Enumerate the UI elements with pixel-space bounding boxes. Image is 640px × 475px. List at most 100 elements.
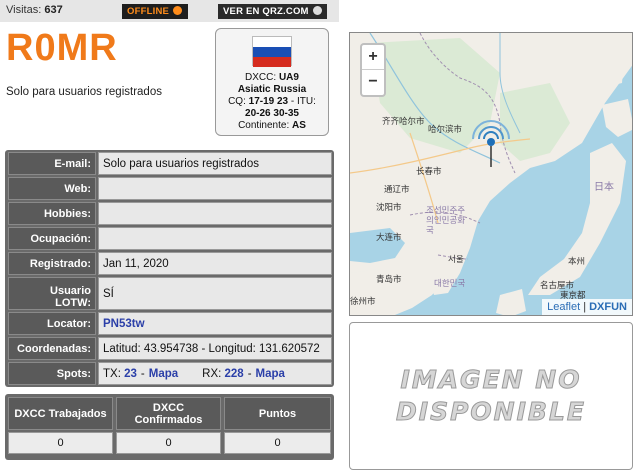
flag-stripe-blue	[253, 47, 291, 57]
lotw-label-line2: LOTW:	[55, 297, 91, 309]
web-label: Web:	[8, 177, 96, 200]
info-row-web: Web:	[8, 177, 332, 200]
russia-flag-icon	[252, 36, 292, 67]
dxfun-link[interactable]: DXFUN	[589, 301, 627, 313]
spots-tx-label: TX:	[103, 367, 121, 380]
locator-value: PN53tw	[98, 312, 332, 335]
flag-stripe-white	[253, 37, 291, 47]
no-image-line1: IMAGEN NO	[400, 365, 582, 395]
map-city-label: 哈尔滨市	[428, 124, 463, 134]
dxcc-stats-table: DXCC Trabajados DXCC Confirmados Puntos …	[5, 394, 334, 460]
cq-itu-zones: CQ: 17-19 23 - ITU:	[216, 96, 328, 108]
web-value[interactable]	[98, 177, 332, 200]
map-country-label: 日本	[594, 182, 614, 193]
attribution-separator: |	[583, 301, 587, 313]
map-city-label: 大连市	[376, 232, 402, 242]
locator-link[interactable]: PN53tw	[103, 318, 145, 330]
no-image-line2: DISPONIBLE	[396, 397, 586, 427]
info-row-coordinates: Coordenadas: Latitud: 43.954738 - Longit…	[8, 337, 332, 360]
confirmed-header-line1: DXCC	[152, 401, 185, 414]
registered-only-notice: Solo para usuarios registrados	[6, 86, 162, 98]
coordinates-value: Latitud: 43.954738 - Longitud: 131.62057…	[98, 337, 332, 360]
lotw-value: SÍ	[98, 277, 332, 310]
map-city-label: 서울	[448, 254, 464, 264]
spots-rx-label: RX:	[202, 367, 222, 380]
profile-info-table: E-mail: Solo para usuarios registrados W…	[5, 150, 334, 387]
visits-count: 637	[44, 4, 63, 16]
itu-value: 20-26 30-35	[245, 108, 299, 119]
offline-badge[interactable]: OFFLINE	[122, 4, 188, 19]
registered-value: Jan 11, 2020	[98, 252, 332, 275]
map-city-label: 徐州市	[350, 296, 376, 306]
leaflet-link[interactable]: Leaflet	[547, 301, 580, 313]
occupation-value	[98, 227, 332, 250]
visits-counter: Visitas: 637	[6, 4, 63, 16]
locator-label: Locator:	[8, 312, 96, 335]
confirmed-header-line2: Confirmados	[134, 413, 203, 426]
points-header: Puntos	[224, 397, 331, 430]
cq-label: CQ:	[228, 96, 246, 107]
occupation-label: Ocupación:	[8, 227, 96, 250]
continent: Continente: AS	[216, 120, 328, 132]
zoom-in-button[interactable]: +	[362, 45, 384, 70]
visits-label: Visitas:	[6, 4, 42, 16]
country-name: Asiatic Russia	[237, 84, 307, 95]
spots-tx-sep: -	[140, 367, 145, 380]
lotw-label: Usuario LOTW:	[8, 277, 96, 310]
map-attribution: Leaflet | DXFUN	[542, 299, 632, 315]
info-row-hobbies: Hobbies:	[8, 202, 332, 225]
info-row-locator: Locator: PN53tw	[8, 312, 332, 335]
worked-value: 0	[8, 432, 113, 454]
map-country-label: 조선민주주의인민공화국	[426, 205, 466, 235]
info-row-spots: Spots: TX: 23 - Mapa RX: 228 - Mapa	[8, 362, 332, 385]
info-row-registered: Registrado: Jan 11, 2020	[8, 252, 332, 275]
location-map[interactable]: + − 齐齐哈尔市 哈尔滨市 长春市 通辽市 沈阳市 조선민주주의인민공화국 大…	[349, 32, 633, 316]
eye-icon	[173, 6, 183, 15]
dxcc-card: DXCC: UA9 Asiatic Russia CQ: 17-19 23 - …	[215, 28, 329, 136]
worked-header: DXCC Trabajados	[8, 397, 113, 430]
itu-zones: 20-26 30-35	[216, 108, 328, 120]
location-marker-icon[interactable]	[466, 115, 516, 175]
qrz-label: VER EN QRZ.COM	[223, 6, 309, 17]
points-value: 0	[224, 432, 331, 454]
hobbies-value	[98, 202, 332, 225]
email-value: Solo para usuarios registrados	[98, 152, 332, 175]
continent-value: AS	[292, 120, 306, 131]
email-label: E-mail:	[8, 152, 96, 175]
zoom-out-button[interactable]: −	[362, 70, 384, 95]
map-city-label: 长春市	[416, 166, 442, 176]
spots-rx-map-link[interactable]: Mapa	[256, 368, 285, 380]
view-on-qrz-button[interactable]: VER EN QRZ.COM	[218, 4, 327, 19]
info-row-lotw: Usuario LOTW: SÍ	[8, 277, 332, 310]
registered-label: Registrado:	[8, 252, 96, 275]
dxcc-country: Asiatic Russia	[216, 84, 328, 96]
confirmed-value: 0	[116, 432, 221, 454]
spots-tx-map-link[interactable]: Mapa	[149, 368, 178, 380]
flag-stripe-red	[253, 57, 291, 67]
spots-value: TX: 23 - Mapa RX: 228 - Mapa	[98, 362, 332, 385]
cq-value: 17-19 23	[248, 96, 289, 107]
dxcc-entity: DXCC: UA9	[216, 72, 328, 84]
map-city-label: 沈阳市	[376, 202, 402, 212]
dxcc-label: DXCC:	[245, 72, 277, 83]
dxcc-value: UA9	[278, 72, 299, 83]
map-city-label: 齐齐哈尔市	[382, 116, 425, 126]
callsign-title: R0MR	[6, 27, 118, 69]
map-city-label: 本州	[568, 256, 586, 266]
continent-label: Continente:	[238, 120, 290, 131]
info-row-occupation: Ocupación:	[8, 227, 332, 250]
top-bar: Visitas: 637 OFFLINE VER EN QRZ.COM	[0, 0, 339, 22]
offline-label: OFFLINE	[127, 6, 170, 17]
spots-rx-count[interactable]: 228	[225, 368, 244, 380]
eye-icon	[312, 6, 322, 15]
map-city-label: 青岛市	[376, 274, 402, 284]
map-country-label: 대한민국	[434, 278, 466, 288]
spots-tx-count[interactable]: 23	[124, 368, 137, 380]
map-city-label: 通辽市	[384, 184, 410, 194]
confirmed-header: DXCC Confirmados	[116, 397, 221, 430]
itu-label: - ITU:	[290, 96, 316, 107]
spots-rx-sep: -	[247, 367, 252, 380]
spots-label: Spots:	[8, 362, 96, 385]
coordinates-label: Coordenadas:	[8, 337, 96, 360]
lotw-label-line1: Usuario	[50, 285, 91, 297]
